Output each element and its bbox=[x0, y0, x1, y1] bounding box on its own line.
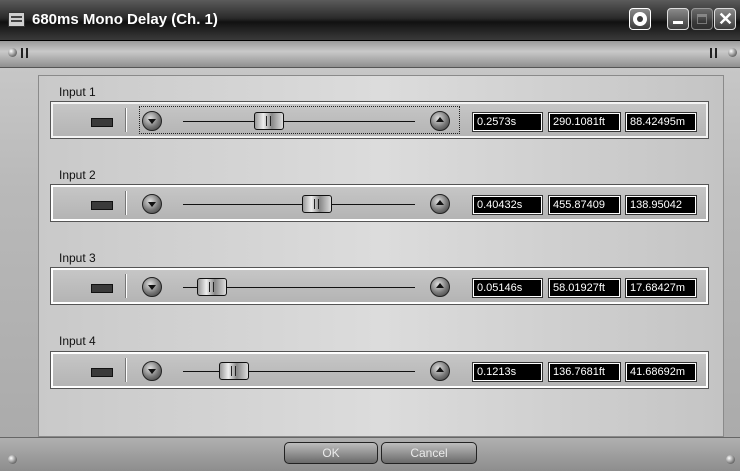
delay-feet-field[interactable]: 58.01927ft bbox=[548, 278, 621, 298]
delay-slider-track[interactable] bbox=[183, 371, 415, 372]
maximize-icon bbox=[691, 8, 713, 30]
delay-seconds-field[interactable]: 0.40432s bbox=[472, 195, 543, 215]
increase-arrow-icon[interactable] bbox=[430, 277, 450, 297]
rivet-icon bbox=[728, 48, 737, 57]
delay-meters-field[interactable]: 138.95042 bbox=[625, 195, 697, 215]
divider bbox=[125, 274, 126, 298]
delay-seconds-field[interactable]: 0.2573s bbox=[472, 112, 543, 132]
input-row: 0.40432s 455.87409 138.95042 bbox=[50, 184, 709, 222]
delay-slider-thumb[interactable] bbox=[197, 278, 227, 296]
close-icon[interactable]: ✕ bbox=[714, 8, 736, 30]
cancel-button[interactable]: Cancel bbox=[381, 442, 477, 464]
input-label: Input 4 bbox=[59, 334, 96, 348]
delay-feet-field[interactable]: 290.1081ft bbox=[548, 112, 621, 132]
divider bbox=[125, 108, 126, 132]
window-title: 680ms Mono Delay (Ch. 1) bbox=[32, 11, 218, 28]
divider bbox=[125, 191, 126, 215]
recycle-icon[interactable] bbox=[629, 8, 651, 30]
focus-rect bbox=[139, 106, 460, 134]
input-label: Input 2 bbox=[59, 168, 96, 182]
mute-toggle[interactable] bbox=[91, 368, 113, 377]
delay-feet-field[interactable]: 455.87409 bbox=[548, 195, 621, 215]
delay-feet-field[interactable]: 136.7681ft bbox=[548, 362, 621, 382]
increase-arrow-icon[interactable] bbox=[430, 111, 450, 131]
delay-window: 680ms Mono Delay (Ch. 1) ✕ Input 1 0.2573… bbox=[0, 0, 740, 471]
decrease-arrow-icon[interactable] bbox=[142, 277, 162, 297]
input-row: 0.2573s 290.1081ft 88.42495m bbox=[50, 101, 709, 139]
title-bar[interactable]: 680ms Mono Delay (Ch. 1) ✕ bbox=[0, 0, 740, 41]
input-row: 0.1213s 136.7681ft 41.68692m bbox=[50, 351, 709, 389]
input-row: 0.05146s 58.01927ft 17.68427m bbox=[50, 267, 709, 305]
decrease-arrow-icon[interactable] bbox=[142, 111, 162, 131]
rivet-icon bbox=[8, 455, 17, 464]
increase-arrow-icon[interactable] bbox=[430, 194, 450, 214]
rivet-icon bbox=[726, 455, 735, 464]
input-label: Input 1 bbox=[59, 85, 96, 99]
minimize-icon[interactable] bbox=[667, 8, 689, 30]
mute-toggle[interactable] bbox=[91, 201, 113, 210]
delay-slider-thumb[interactable] bbox=[254, 112, 284, 130]
increase-arrow-icon[interactable] bbox=[430, 361, 450, 381]
delay-seconds-field[interactable]: 0.1213s bbox=[472, 362, 543, 382]
delay-slider-track[interactable] bbox=[183, 121, 415, 122]
handle-right-icon bbox=[710, 48, 717, 58]
delay-slider-thumb[interactable] bbox=[302, 195, 332, 213]
delay-meters-field[interactable]: 17.68427m bbox=[625, 278, 697, 298]
decrease-arrow-icon[interactable] bbox=[142, 194, 162, 214]
mute-toggle[interactable] bbox=[91, 284, 113, 293]
delay-meters-field[interactable]: 88.42495m bbox=[625, 112, 697, 132]
rivet-icon bbox=[8, 48, 17, 57]
delay-seconds-field[interactable]: 0.05146s bbox=[472, 278, 543, 298]
delay-slider-thumb[interactable] bbox=[219, 362, 249, 380]
input-label: Input 3 bbox=[59, 251, 96, 265]
top-rivet-bar bbox=[0, 41, 740, 68]
delay-meters-field[interactable]: 41.68692m bbox=[625, 362, 697, 382]
delay-slider-track[interactable] bbox=[183, 204, 415, 205]
decrease-arrow-icon[interactable] bbox=[142, 361, 162, 381]
divider bbox=[125, 358, 126, 382]
mute-toggle[interactable] bbox=[91, 118, 113, 127]
ok-button[interactable]: OK bbox=[284, 442, 378, 464]
handle-left-icon bbox=[21, 48, 28, 58]
app-icon bbox=[8, 12, 25, 27]
